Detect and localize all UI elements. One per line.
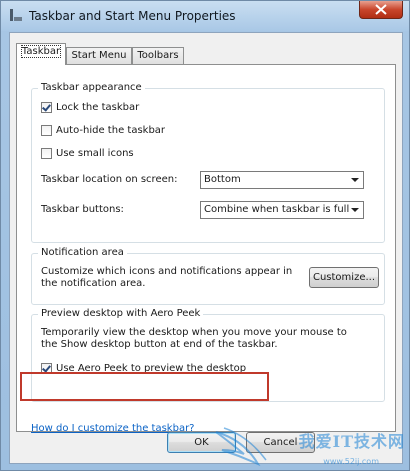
aero-peek-description: Temporarily view the desktop when you mo…: [41, 327, 347, 350]
taskbar-appearance-title: Taskbar appearance: [38, 82, 145, 93]
close-icon: [375, 4, 387, 15]
tab-taskbar[interactable]: Taskbar: [16, 43, 66, 65]
taskbar-location-select[interactable]: Bottom: [200, 171, 364, 189]
autohide-taskbar-option[interactable]: Auto-hide the taskbar: [41, 123, 165, 137]
taskbar-buttons-label: Taskbar buttons:: [41, 204, 124, 215]
tab-toolbars-label: Toolbars: [137, 50, 179, 61]
taskbar-appearance-group: Taskbar appearance Lock the taskbar Auto…: [31, 82, 385, 243]
notification-area-title: Notification area: [38, 247, 127, 258]
site-watermark: 我爱IT技术网 www.52ij.com: [214, 426, 409, 470]
tab-toolbars[interactable]: Toolbars: [132, 47, 184, 65]
properties-window: Taskbar and Start Menu Properties Taskba…: [0, 0, 410, 471]
autohide-taskbar-checkbox[interactable]: [41, 124, 52, 136]
autohide-taskbar-label: Auto-hide the taskbar: [56, 124, 166, 136]
taskbar-tab-panel: Taskbar appearance Lock the taskbar Auto…: [16, 64, 396, 434]
lock-taskbar-checkbox[interactable]: [41, 101, 52, 113]
lock-taskbar-label: Lock the taskbar: [56, 101, 140, 113]
watermark-text: 我爱IT技术网: [298, 432, 405, 451]
chevron-down-icon: [351, 208, 359, 212]
notification-area-description: Customize which icons and notifications …: [41, 266, 293, 289]
taskbar-location-label: Taskbar location on screen:: [41, 174, 178, 185]
customize-button[interactable]: Customize...: [309, 267, 379, 288]
notification-area-group: Notification area Customize which icons …: [31, 247, 385, 305]
taskbar-location-value: Bottom: [204, 174, 241, 185]
tab-taskbar-label: Taskbar: [20, 45, 62, 58]
wing-logo-icon: [215, 427, 267, 467]
customize-button-label: Customize...: [312, 272, 376, 283]
taskbar-icon: [10, 9, 22, 21]
title-bar[interactable]: Taskbar and Start Menu Properties: [1, 1, 409, 31]
taskbar-buttons-select[interactable]: Combine when taskbar is full: [200, 201, 364, 219]
close-button[interactable]: [359, 1, 403, 19]
dialog-client-area: Taskbar Start Menu Toolbars Taskbar appe…: [9, 32, 403, 464]
chevron-down-icon: [351, 178, 359, 182]
aero-peek-title: Preview desktop with Aero Peek: [38, 308, 204, 319]
tab-start-menu-label: Start Menu: [71, 50, 127, 61]
window-title: Taskbar and Start Menu Properties: [29, 9, 236, 23]
watermark-url: www.52ij.com: [323, 457, 379, 466]
ok-button-label: OK: [194, 437, 209, 448]
small-icons-checkbox[interactable]: [41, 147, 52, 159]
taskbar-buttons-value: Combine when taskbar is full: [204, 204, 350, 215]
highlight-box: [20, 372, 269, 401]
small-icons-label: Use small icons: [56, 147, 134, 159]
tab-start-menu[interactable]: Start Menu: [66, 47, 132, 65]
small-icons-option[interactable]: Use small icons: [41, 146, 134, 160]
lock-taskbar-option[interactable]: Lock the taskbar: [41, 100, 139, 114]
